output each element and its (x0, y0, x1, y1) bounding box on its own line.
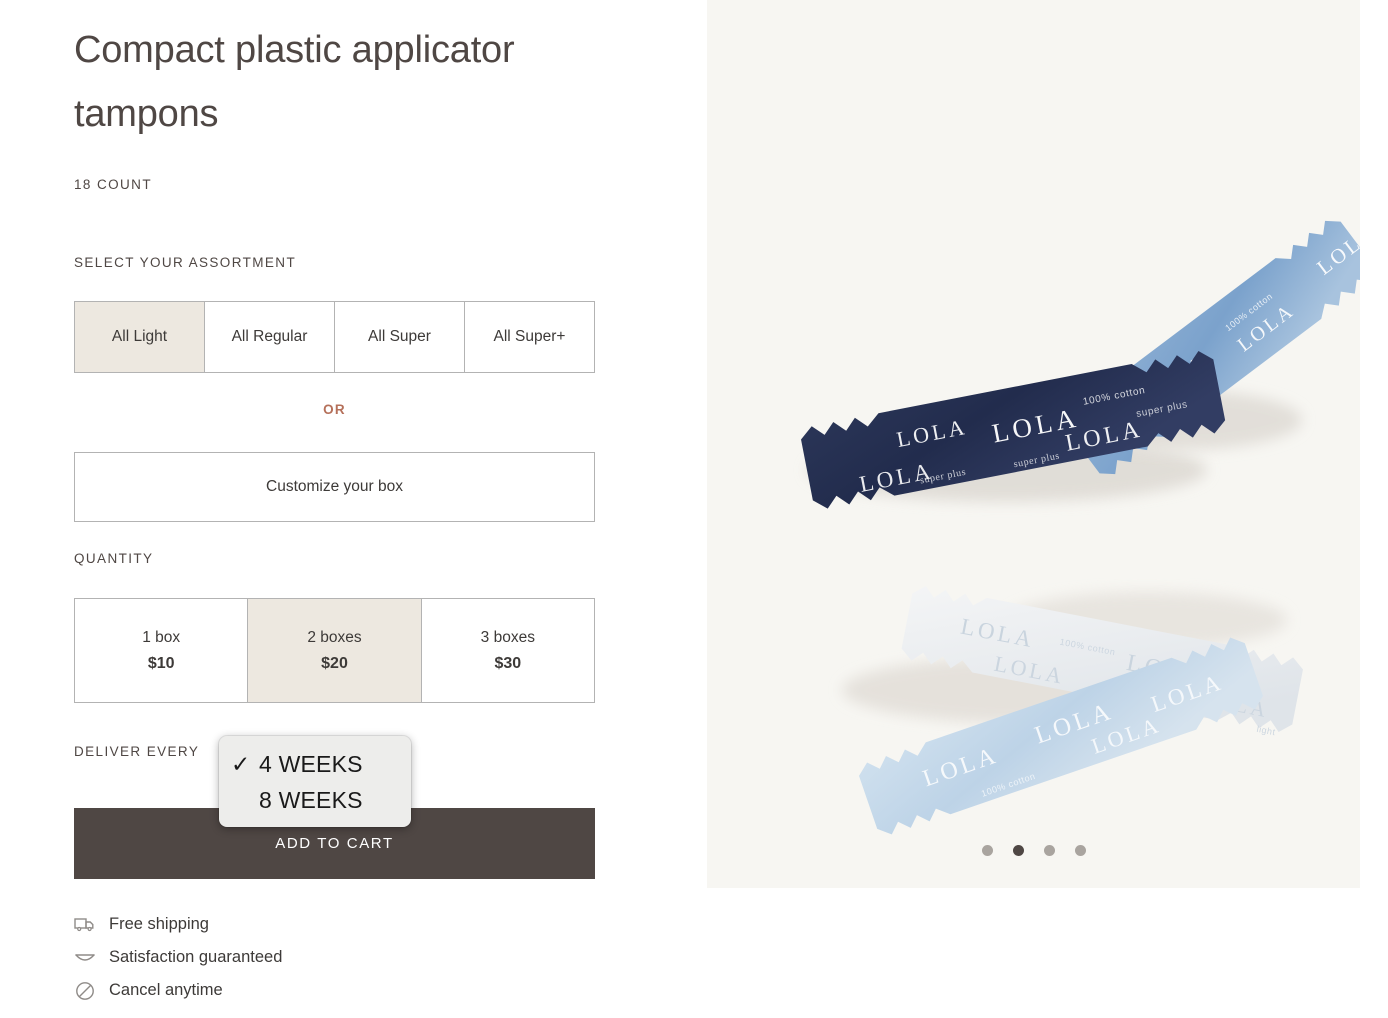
assortment-option-all-light[interactable]: All Light (75, 302, 205, 372)
deliver-every-dropdown: ✓ 4 WEEKS 8 WEEKS (219, 736, 411, 827)
carousel-dot-1[interactable] (981, 845, 993, 856)
benefit-label: Free shipping (109, 915, 209, 933)
quantity-selector: 1 box $10 2 boxes $20 3 boxes $30 (74, 598, 595, 703)
carousel-dot-4[interactable] (1074, 845, 1086, 856)
carousel-dot-2[interactable] (1012, 845, 1024, 856)
quantity-section-label: QUANTITY (74, 551, 154, 566)
deliver-option-8-weeks[interactable]: 8 WEEKS (219, 782, 411, 818)
customize-your-box-button[interactable]: Customize your box (74, 452, 595, 522)
quantity-option-2-boxes[interactable]: 2 boxes $20 (248, 599, 422, 702)
smile-icon (74, 947, 96, 969)
benefit-cancel-anytime: Cancel anytime (74, 974, 282, 1007)
deliver-option-4-weeks[interactable]: ✓ 4 WEEKS (219, 746, 411, 782)
product-info-column: Compact plastic applicator tampons 18 CO… (0, 0, 707, 1018)
quantity-option-name: 3 boxes (480, 628, 535, 646)
carousel-dots (707, 845, 1360, 856)
quantity-option-price: $10 (147, 654, 175, 672)
assortment-option-all-super[interactable]: All Super (335, 302, 465, 372)
quantity-option-price: $30 (494, 654, 522, 672)
product-count-label: 18 COUNT (74, 177, 152, 192)
benefit-satisfaction-guaranteed: Satisfaction guaranteed (74, 941, 282, 974)
quantity-option-3-boxes[interactable]: 3 boxes $30 (421, 599, 594, 702)
quantity-option-name: 2 boxes (307, 628, 362, 646)
benefit-free-shipping: Free shipping (74, 908, 282, 941)
page-title: Compact plastic applicator tampons (74, 29, 515, 135)
product-detail-page: Compact plastic applicator tampons 18 CO… (0, 0, 1388, 1018)
carousel-dot-3[interactable] (1043, 845, 1055, 856)
quantity-option-1-box[interactable]: 1 box $10 (75, 599, 249, 702)
product-photo[interactable]: LOLA 100% cotton LOLA LOLA LOLA LOLA 100… (707, 0, 1360, 888)
benefits-list: Free shipping Satisfaction guaranteed Ca… (74, 908, 282, 1007)
product-gallery: LOLA 100% cotton LOLA LOLA LOLA LOLA 100… (707, 0, 1360, 888)
truck-icon (74, 914, 96, 936)
assortment-selector: All Light All Regular All Super All Supe… (74, 301, 595, 373)
benefit-label: Satisfaction guaranteed (109, 948, 283, 966)
deliver-option-label: 8 WEEKS (259, 786, 363, 813)
quantity-option-name: 1 box (142, 628, 181, 646)
assortment-option-all-regular[interactable]: All Regular (205, 302, 335, 372)
deliver-every-label: DELIVER EVERY (74, 744, 200, 759)
or-divider: OR (323, 402, 346, 417)
assortment-section-label: SELECT YOUR ASSORTMENT (74, 255, 297, 270)
checkmark-icon: ✓ (231, 750, 251, 777)
no-entry-icon (74, 980, 96, 1002)
quantity-option-price: $20 (321, 654, 348, 672)
assortment-option-all-super-plus[interactable]: All Super+ (465, 302, 594, 372)
deliver-option-label: 4 WEEKS (259, 750, 363, 777)
benefit-label: Cancel anytime (109, 981, 223, 999)
